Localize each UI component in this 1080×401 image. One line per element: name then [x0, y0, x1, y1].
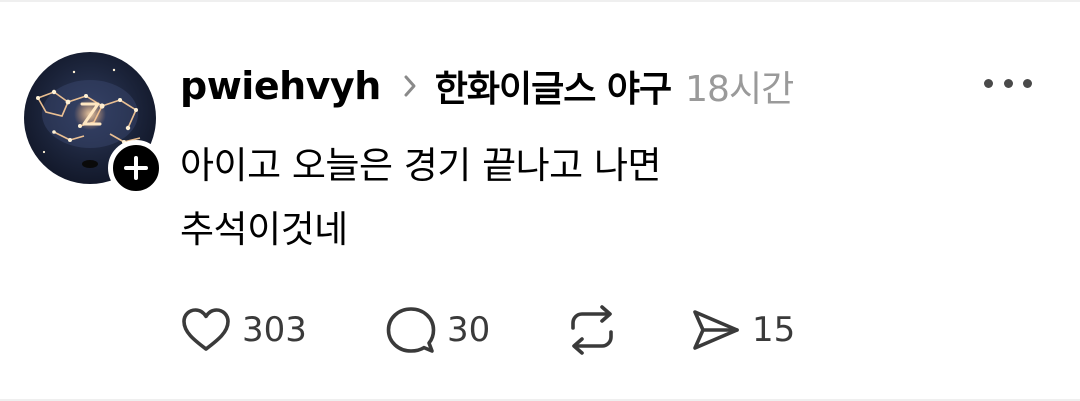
post-body-line: 추석이것네: [180, 208, 348, 251]
heart-icon: [182, 308, 230, 351]
comment-bubble-icon: [386, 307, 436, 353]
reply-count: 30: [447, 310, 491, 350]
follow-button[interactable]: [108, 140, 164, 196]
share-button[interactable]: 15: [690, 307, 795, 353]
share-count: 15: [752, 310, 796, 350]
topic-tag[interactable]: 한화이글스 야구: [435, 60, 672, 112]
avatar-container: [24, 52, 164, 196]
like-count: 303: [242, 310, 307, 350]
reply-button[interactable]: 30: [385, 305, 565, 355]
post-body: 아이고 오늘은 경기 끝나고 나면 추석이것네: [180, 134, 1040, 262]
more-options-button[interactable]: [984, 68, 1032, 98]
repost-icon: [571, 305, 613, 355]
action-bar: 303 30 15: [180, 302, 795, 358]
send-icon: [693, 310, 739, 350]
like-button[interactable]: 303: [180, 306, 385, 354]
repost-button[interactable]: [565, 305, 690, 355]
thread-post: pwiehvyh 한화이글스 야구 18시간 아이고 오늘은 경기 끝나고 나면…: [0, 0, 1080, 401]
more-horizontal-icon: [984, 78, 993, 88]
post-body-line: 아이고 오늘은 경기 끝나고 나면: [180, 144, 662, 187]
post-header: pwiehvyh 한화이글스 야구 18시간: [180, 58, 794, 114]
post-timestamp: 18시간: [685, 69, 794, 110]
plus-icon: [124, 156, 148, 180]
chevron-right-icon: [403, 74, 417, 98]
username-link[interactable]: pwiehvyh: [180, 64, 381, 108]
